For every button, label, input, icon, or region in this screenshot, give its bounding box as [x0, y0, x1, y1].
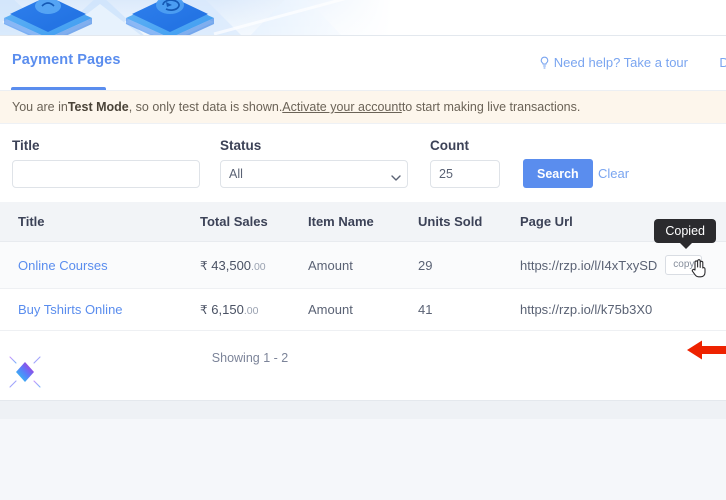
cell-units-sold: 29	[418, 241, 518, 289]
currency-symbol: ₹	[200, 303, 208, 317]
showing-range-label: Showing 1 - 2	[211, 351, 289, 365]
page-body: Payment Pages Need help? Take a tour Do	[0, 36, 726, 500]
copy-url-button[interactable]: copy	[665, 255, 706, 278]
cell-title: Online Courses	[0, 241, 200, 289]
count-filter-input[interactable]	[430, 160, 500, 188]
tab-payment-pages[interactable]: Payment Pages	[12, 52, 121, 68]
cell-item-name: Amount	[308, 288, 418, 331]
page-url-text: https://rzp.io/l/k75b3X0	[520, 302, 653, 317]
table-row[interactable]: Buy Tshirts Online ₹ 6,150.00 Amount 41 …	[0, 288, 726, 331]
search-button-wrap: Search	[523, 159, 593, 188]
cell-total-sales: ₹ 6,150.00	[200, 288, 308, 331]
amount-integer: 6,150	[211, 302, 244, 317]
copied-tooltip-label: Copied	[665, 224, 705, 238]
column-header-title: Title	[0, 202, 200, 242]
copied-tooltip: Copied	[654, 219, 716, 249]
docs-link[interactable]: Do	[719, 55, 726, 70]
currency-symbol: ₹	[200, 258, 208, 273]
take-a-tour-label: Need help? Take a tour	[553, 55, 688, 70]
page-url-wrapper: https://rzp.io/l/I4xTxySD copy Copied	[520, 219, 726, 278]
status-filter-label: Status	[220, 138, 262, 153]
payment-page-link[interactable]: Online Courses	[18, 258, 108, 273]
banner-mode-label: Test Mode	[67, 100, 129, 114]
cell-page-url: https://rzp.io/l/k75b3X0	[518, 288, 726, 331]
cell-item-name: Amount	[308, 241, 418, 289]
table-footer: Showing 1 - 2	[0, 331, 726, 419]
payment-pages-isometric-banner	[0, 0, 392, 36]
tab-payment-pages-label: Payment Pages	[12, 52, 121, 68]
hero-blank-right	[392, 0, 726, 36]
payment-page-link[interactable]: Buy Tshirts Online	[18, 302, 123, 317]
count-filter-control	[430, 160, 500, 188]
clear-filters-label: Clear	[598, 166, 630, 181]
cell-units-sold: 41	[418, 288, 518, 331]
page-bottom-strip	[0, 400, 726, 419]
amount-decimal: .00	[251, 260, 266, 273]
table-body: Online Courses ₹ 43,500.00 Amount 29 htt…	[0, 219, 726, 331]
status-filter-control: All	[220, 160, 408, 188]
amount-integer: 43,500	[211, 257, 252, 273]
lightbulb-icon	[539, 56, 550, 70]
column-header-item-name: Item Name	[308, 202, 418, 242]
banner-text-after: to start making live transactions.	[401, 100, 581, 114]
table-head: Title Total Sales Item Name Units Sold P…	[0, 202, 726, 242]
tab-active-underline	[11, 87, 106, 90]
column-header-units-sold: Units Sold	[418, 202, 518, 242]
cell-title: Buy Tshirts Online	[0, 288, 200, 331]
title-filter-label: Title	[12, 138, 40, 153]
cell-total-sales: ₹ 43,500.00	[200, 241, 308, 289]
take-a-tour-link[interactable]: Need help? Take a tour	[539, 55, 688, 70]
sparkle-diamond-icon	[2, 349, 48, 395]
activate-account-link[interactable]: Activate your account	[282, 100, 402, 114]
test-mode-banner: You are in Test Mode, so only test data …	[0, 91, 726, 124]
amount-decimal: .00	[243, 305, 259, 317]
title-filter-input[interactable]	[12, 160, 200, 188]
status-filter-select[interactable]: All	[220, 160, 408, 188]
banner-text-middle: , so only test data is shown.	[128, 100, 283, 114]
search-button[interactable]: Search	[523, 159, 593, 188]
cell-page-url: https://rzp.io/l/I4xTxySD copy Copied	[518, 219, 726, 289]
title-filter-control	[12, 160, 200, 188]
table-row[interactable]: Online Courses ₹ 43,500.00 Amount 29 htt…	[0, 219, 726, 289]
copy-url-label: copy	[673, 259, 695, 270]
column-header-total-sales: Total Sales	[200, 202, 308, 242]
page-tabbar: Payment Pages Need help? Take a tour Do	[0, 36, 726, 91]
table-header-row: Title Total Sales Item Name Units Sold P…	[0, 202, 726, 242]
hero-illustration-strip	[0, 0, 726, 36]
clear-filters-link[interactable]: Clear	[598, 165, 629, 183]
page-url-wrapper: https://rzp.io/l/k75b3X0	[520, 302, 726, 317]
docs-link-label: Do	[719, 55, 726, 70]
banner-text-before: You are in	[12, 100, 68, 114]
content-card: Payment Pages Need help? Take a tour Do	[0, 36, 726, 419]
filter-bar: Title Status All Count 25 Search Clear	[0, 124, 726, 202]
page-url-text: https://rzp.io/l/I4xTxySD	[520, 257, 658, 273]
payment-pages-table: Title Total Sales Item Name Units Sold P…	[0, 202, 726, 331]
count-filter-label: Count	[430, 138, 469, 153]
